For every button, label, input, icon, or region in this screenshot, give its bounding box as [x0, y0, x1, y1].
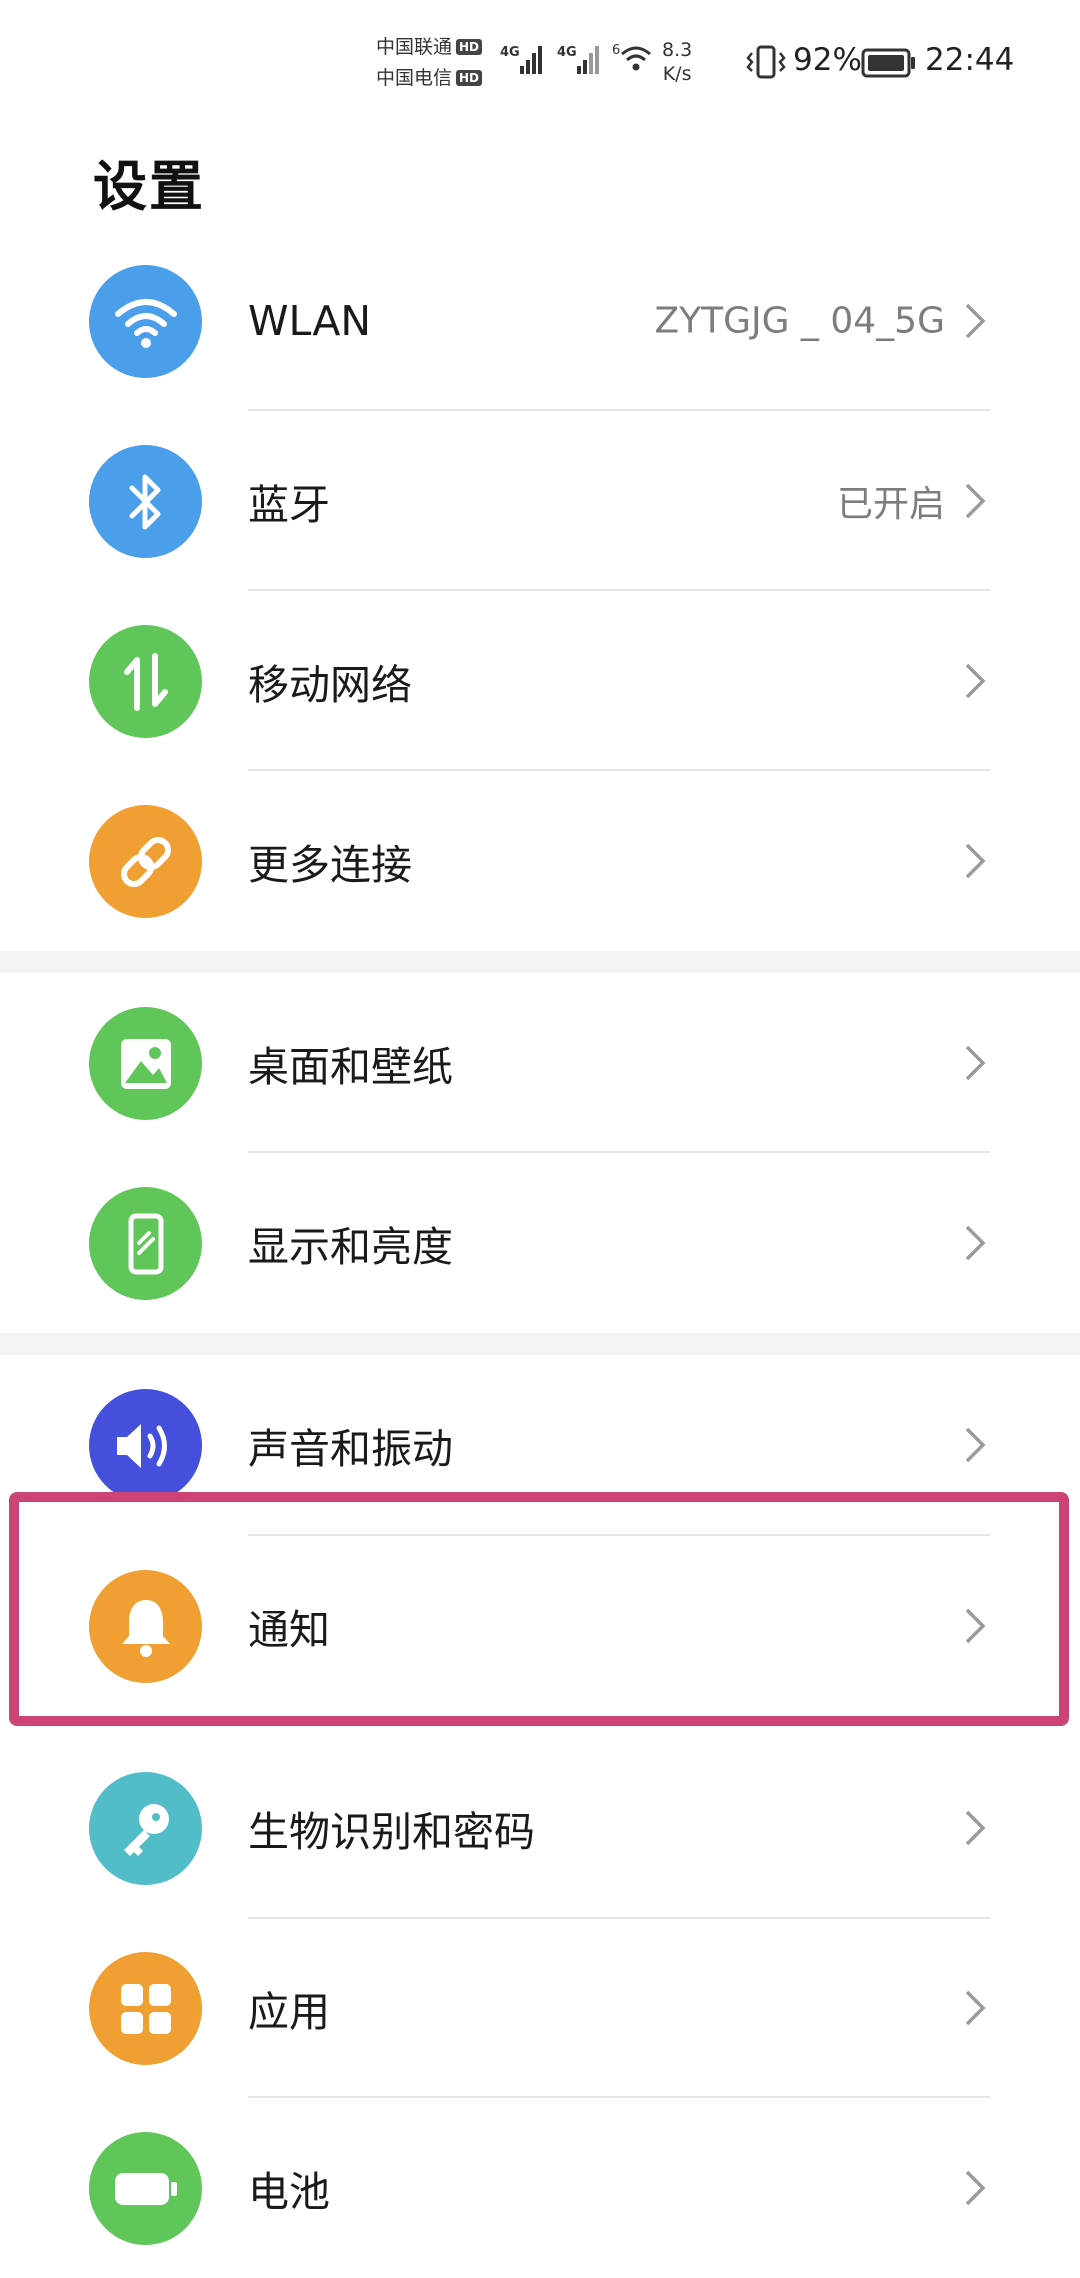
wifi-status-icon: 6	[612, 43, 651, 71]
chevron-right-icon	[965, 303, 986, 339]
signal-2-icon: 4G	[557, 45, 599, 74]
carrier-2: 中国电信	[376, 67, 453, 89]
svg-text:4G: 4G	[500, 45, 520, 60]
bluetooth-icon	[89, 445, 202, 558]
chevron-right-icon	[965, 663, 986, 699]
status-bar: 中国联通 HD 中国电信 HD 4G 4G 6 8.3 K/s 92% 22:44	[0, 0, 1080, 120]
sound-icon	[89, 1389, 202, 1502]
chevron-right-icon	[965, 1225, 986, 1261]
settings-item-biometrics[interactable]: 生物识别和密码	[0, 1738, 1080, 1918]
bell-icon	[89, 1570, 202, 1683]
battery-status-icon	[861, 48, 915, 78]
chevron-right-icon	[965, 1427, 986, 1463]
display-icon	[89, 1187, 202, 1300]
vibrate-icon	[746, 45, 786, 79]
svg-text:4G: 4G	[557, 45, 577, 60]
link-icon	[89, 805, 202, 918]
hd-badge: HD	[456, 70, 483, 86]
settings-item-mobile-network[interactable]: 移动网络	[0, 591, 1080, 771]
settings-item-display[interactable]: 显示和亮度	[0, 1153, 1080, 1333]
chevron-right-icon	[965, 2170, 986, 2206]
carrier-1: 中国联通	[376, 36, 453, 58]
settings-item-label: WLAN	[248, 297, 372, 345]
settings-item-wallpaper[interactable]: 桌面和壁纸	[0, 973, 1080, 1153]
section-gap	[0, 1333, 1080, 1355]
battery-percent: 92%	[793, 42, 862, 78]
mobile-data-icon	[89, 625, 202, 738]
settings-item-label: 显示和亮度	[248, 1223, 453, 1271]
settings-item-apps[interactable]: 应用	[0, 1918, 1080, 2098]
page-title: 设置	[93, 155, 205, 218]
settings-item-label: 桌面和壁纸	[248, 1043, 453, 1091]
settings-item-label: 电池	[248, 2168, 330, 2216]
settings-item-label: 通知	[248, 1606, 330, 1654]
settings-item-value: ZYTGJG _ 04_5G	[654, 300, 945, 342]
wifi-icon	[89, 265, 202, 378]
settings-item-label: 声音和振动	[248, 1425, 453, 1473]
settings-item-label: 更多连接	[248, 841, 412, 889]
chevron-right-icon	[965, 483, 986, 519]
settings-item-label: 生物识别和密码	[248, 1808, 535, 1856]
apps-icon	[89, 1952, 202, 2065]
settings-item-more-connections[interactable]: 更多连接	[0, 771, 1080, 951]
status-time: 22:44	[925, 42, 1015, 78]
network-speed: 8.3 K/s	[662, 39, 693, 85]
carrier-info: 中国联通 HD 中国电信 HD	[376, 32, 483, 94]
section-gap	[0, 951, 1080, 973]
settings-item-bluetooth[interactable]: 蓝牙 已开启	[0, 411, 1080, 591]
settings-item-label: 移动网络	[248, 661, 412, 709]
battery-icon	[89, 2132, 202, 2245]
signal-1-icon: 4G	[500, 45, 542, 74]
settings-item-wlan[interactable]: WLAN ZYTGJG _ 04_5G	[0, 231, 1080, 411]
chevron-right-icon	[965, 1810, 986, 1846]
wallpaper-icon	[89, 1007, 202, 1120]
settings-item-label: 应用	[248, 1988, 330, 2036]
key-icon	[89, 1772, 202, 1885]
chevron-right-icon	[965, 1045, 986, 1081]
chevron-right-icon	[965, 1608, 986, 1644]
settings-item-battery[interactable]: 电池	[0, 2098, 1080, 2278]
settings-item-sound[interactable]: 声音和振动	[0, 1355, 1080, 1535]
chevron-right-icon	[965, 1990, 986, 2026]
svg-text:6: 6	[612, 43, 620, 58]
settings-item-value: 已开启	[836, 484, 945, 525]
chevron-right-icon	[965, 843, 986, 879]
settings-item-label: 蓝牙	[248, 481, 330, 529]
settings-item-notifications[interactable]: 通知	[0, 1536, 1080, 1716]
hd-badge: HD	[456, 39, 483, 55]
